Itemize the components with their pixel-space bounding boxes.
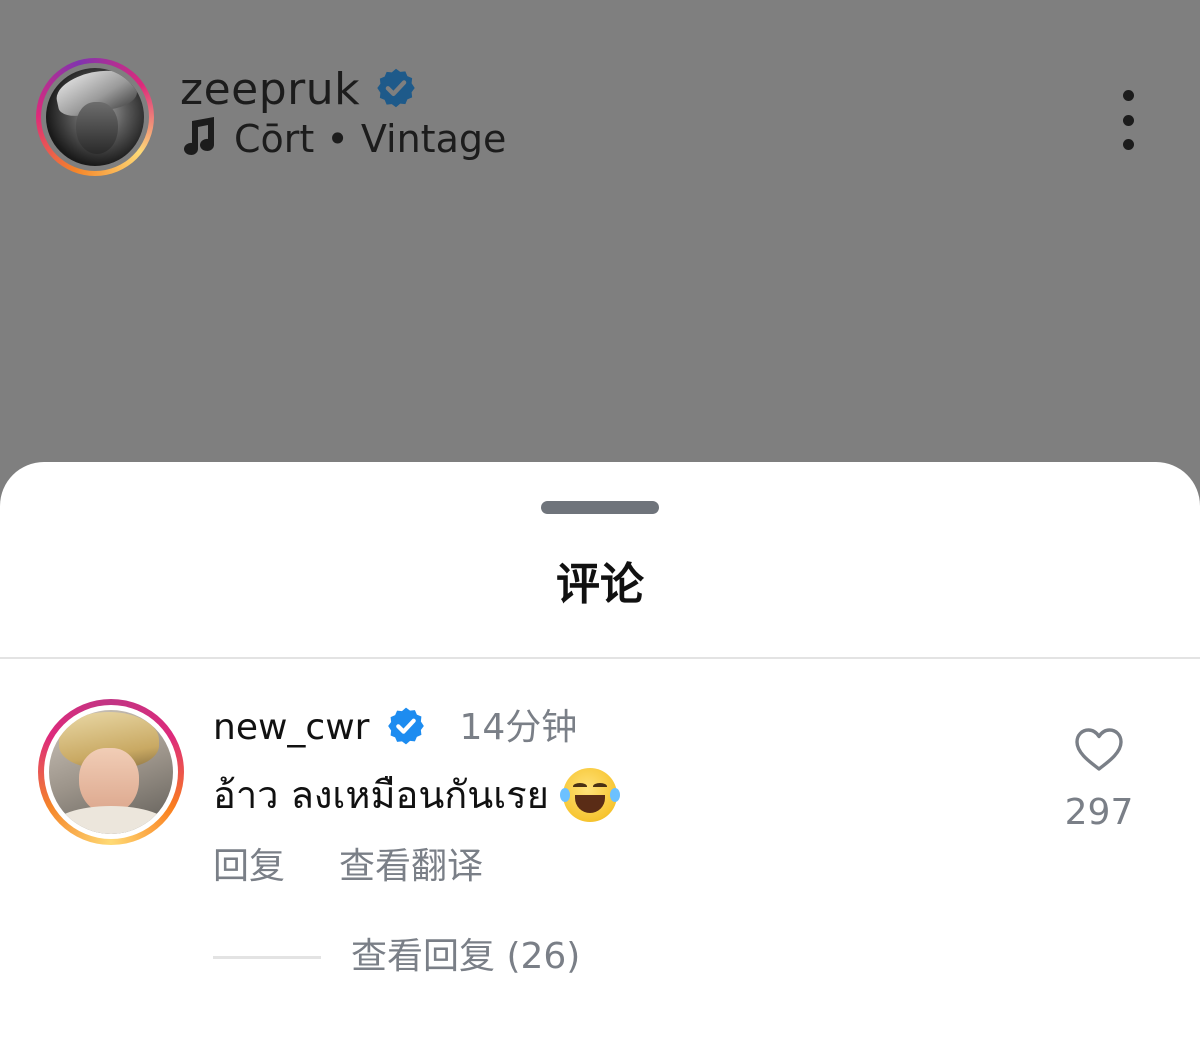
replies-divider-line: [213, 955, 321, 959]
comment-author-username[interactable]: new_cwr: [213, 706, 369, 750]
comment-author-avatar-image: [49, 710, 173, 834]
music-note-icon: [180, 117, 216, 161]
comment-body: อ้าว ลงเหมือนกันเรย: [213, 768, 620, 822]
like-count: 297: [1064, 792, 1134, 833]
post-music-label: Cōrt • Vintage: [234, 117, 507, 161]
sheet-drag-handle[interactable]: [541, 501, 659, 514]
see-translation-button[interactable]: 查看翻译: [339, 844, 483, 890]
comment-text: อ้าว ลงเหมือนกันเรย: [213, 773, 549, 817]
comment-timestamp: 14分钟: [459, 707, 578, 748]
comment-like: 297: [1058, 727, 1140, 835]
post-author-avatar-image: [46, 68, 144, 166]
face-with-tears-of-joy-emoji-icon: [559, 768, 620, 822]
sheet-title: 评论: [556, 559, 644, 610]
post-author-username[interactable]: zeepruk: [180, 64, 360, 116]
post-author-row: zeepruk: [180, 64, 418, 116]
sheet-divider: [0, 657, 1200, 659]
heart-outline-icon[interactable]: [1073, 727, 1125, 777]
more-vertical-icon[interactable]: [1112, 90, 1144, 150]
post-music-row[interactable]: Cōrt • Vintage: [180, 116, 506, 162]
comment-header: new_cwr 14分钟: [213, 705, 577, 751]
view-replies-label: 查看回复 (26): [351, 936, 581, 977]
dimmed-post-header: zeepruk Cōrt • Vintage: [0, 0, 1200, 520]
post-author-avatar[interactable]: [36, 58, 154, 176]
view-replies-button[interactable]: 查看回复 (26): [213, 934, 580, 980]
comment-actions: 回复 查看翻译: [213, 844, 483, 890]
reply-button[interactable]: 回复: [213, 844, 285, 890]
verified-badge-icon: [374, 66, 418, 114]
comment-author-avatar[interactable]: [38, 699, 184, 845]
verified-badge-icon: [385, 705, 427, 751]
